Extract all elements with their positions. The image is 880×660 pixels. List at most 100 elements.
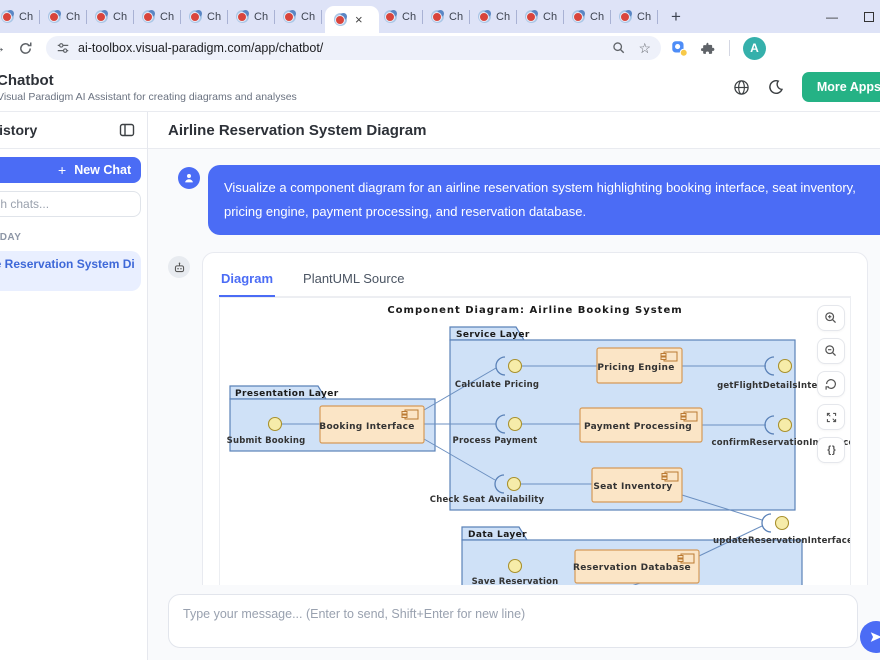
forward-button[interactable]: → [0, 39, 12, 57]
tab-divider [657, 10, 658, 24]
active-browser-tab[interactable]: × [325, 6, 379, 33]
tab-divider [610, 10, 611, 24]
svg-text:updateReservationInterface: updateReservationInterface [713, 536, 850, 546]
reload-button[interactable] [12, 41, 38, 56]
collapse-sidebar-button[interactable] [119, 122, 135, 138]
colored-extension-icon[interactable] [671, 40, 688, 57]
diagram-canvas: Component Diagram: Airline Booking Syste… [219, 297, 851, 585]
browser-tab[interactable]: Ch [184, 0, 224, 33]
robot-icon [173, 261, 186, 274]
fullscreen-icon [825, 411, 838, 424]
forward-arrow-icon: → [0, 39, 6, 56]
minimize-window-button[interactable]: — [826, 10, 838, 24]
chat-history-item[interactable]: Airline Reservation System Dia... M [0, 251, 141, 291]
visual-paradigm-favicon-icon [431, 10, 444, 23]
browser-tab[interactable]: Ch [473, 0, 513, 33]
tab-label: Ch [19, 11, 33, 23]
visual-paradigm-favicon-icon [236, 10, 249, 23]
user-message-bubble: Visualize a component diagram for an air… [208, 165, 880, 235]
browser-toolbar: → ai-toolbox.visual-paradigm.com/app/cha… [0, 33, 880, 63]
url-text: ai-toolbox.visual-paradigm.com/app/chatb… [78, 41, 604, 55]
browser-tab[interactable]: Ch [0, 0, 36, 33]
site-settings-icon[interactable] [56, 41, 70, 55]
address-bar[interactable]: ai-toolbox.visual-paradigm.com/app/chatb… [46, 36, 661, 60]
view-code-button[interactable]: { } [817, 437, 845, 463]
svg-text:Calculate Pricing: Calculate Pricing [455, 380, 539, 390]
person-icon [182, 171, 196, 185]
tab-divider [39, 10, 40, 24]
svg-text:Booking Interface: Booking Interface [319, 422, 414, 432]
component-booking-interface: Booking Interface [319, 406, 424, 443]
browser-tab[interactable]: Ch [614, 0, 654, 33]
zoom-out-button[interactable] [817, 338, 845, 364]
dark-mode-moon-icon[interactable] [768, 79, 784, 95]
visual-paradigm-favicon-icon [525, 10, 538, 23]
visual-paradigm-favicon-icon [572, 10, 585, 23]
tab-label: Ch [160, 11, 174, 23]
visual-paradigm-favicon-icon [619, 10, 632, 23]
tab-plantuml-source[interactable]: PlantUML Source [301, 265, 406, 296]
browser-tab[interactable]: Ch [231, 0, 271, 33]
chat-history-item-time: M [0, 274, 135, 285]
message-input[interactable] [168, 594, 858, 648]
visual-paradigm-favicon-icon [48, 10, 61, 23]
profile-avatar[interactable]: A [743, 37, 766, 60]
visual-paradigm-favicon-icon [384, 10, 397, 23]
tab-divider [227, 10, 228, 24]
svg-text:Submit Booking: Submit Booking [227, 436, 306, 446]
browser-tab[interactable]: Ch [379, 0, 419, 33]
tab-divider [86, 10, 87, 24]
tab-label: Ch [254, 11, 268, 23]
tab-label: Ch [207, 11, 221, 23]
svg-text:Check Seat Availability: Check Seat Availability [430, 495, 545, 505]
svg-text:Save Reservation: Save Reservation [472, 577, 559, 585]
browser-tab[interactable]: Ch [520, 0, 560, 33]
maximize-window-button[interactable] [864, 12, 874, 22]
tab-divider [422, 10, 423, 24]
language-globe-icon[interactable] [733, 79, 750, 96]
component-diagram: Component Diagram: Airline Booking Syste… [220, 298, 850, 585]
new-chat-button[interactable]: + New Chat [0, 157, 141, 183]
browser-tab[interactable]: Ch [137, 0, 177, 33]
zoom-page-icon[interactable] [612, 41, 626, 55]
visual-paradigm-favicon-icon [142, 10, 155, 23]
chat-messages-area: Visualize a component diagram for an air… [148, 149, 880, 585]
tab-divider [180, 10, 181, 24]
reset-rotate-icon [824, 377, 838, 391]
new-tab-button[interactable]: + [671, 8, 681, 25]
visual-paradigm-favicon-icon [334, 13, 347, 26]
plus-icon: + [58, 162, 66, 178]
svg-text:Pricing Engine: Pricing Engine [597, 363, 674, 373]
send-button[interactable] [860, 621, 880, 653]
browser-tab[interactable]: Ch [278, 0, 318, 33]
app-header: Chatbot Visual Paradigm AI Assistant for… [0, 63, 880, 112]
zoom-in-icon [824, 311, 838, 325]
fullscreen-button[interactable] [817, 404, 845, 430]
more-apps-button[interactable]: More Apps [802, 72, 880, 102]
component-payment-processing: Payment Processing [580, 408, 702, 442]
message-input-bar [148, 585, 880, 660]
chat-history-item-title: Airline Reservation System Dia... [0, 257, 135, 271]
app-title: Chatbot [0, 72, 297, 89]
new-chat-label: New Chat [74, 163, 131, 177]
browser-tab[interactable]: Ch [43, 0, 83, 33]
panel-toggle-icon [119, 122, 135, 138]
component-reservation-database: Reservation Database [573, 550, 699, 583]
extensions-puzzle-icon[interactable] [701, 41, 716, 56]
svg-text:Payment Processing: Payment Processing [584, 422, 692, 432]
tab-divider [469, 10, 470, 24]
zoom-in-button[interactable] [817, 305, 845, 331]
chat-title: Airline Reservation System Diagram [168, 122, 426, 139]
bookmark-star-icon[interactable]: ☆ [638, 41, 651, 55]
tab-diagram[interactable]: Diagram [219, 265, 275, 297]
visual-paradigm-favicon-icon [478, 10, 491, 23]
sidebar-title: History [0, 122, 37, 138]
browser-tab[interactable]: Ch [90, 0, 130, 33]
search-chats-input[interactable] [0, 191, 141, 217]
close-tab-icon[interactable]: × [355, 13, 363, 26]
user-message-row: Visualize a component diagram for an air… [178, 165, 880, 235]
tab-label: Ch [496, 11, 510, 23]
browser-tab[interactable]: Ch [567, 0, 607, 33]
browser-tab[interactable]: Ch [426, 0, 466, 33]
reset-view-button[interactable] [817, 371, 845, 397]
